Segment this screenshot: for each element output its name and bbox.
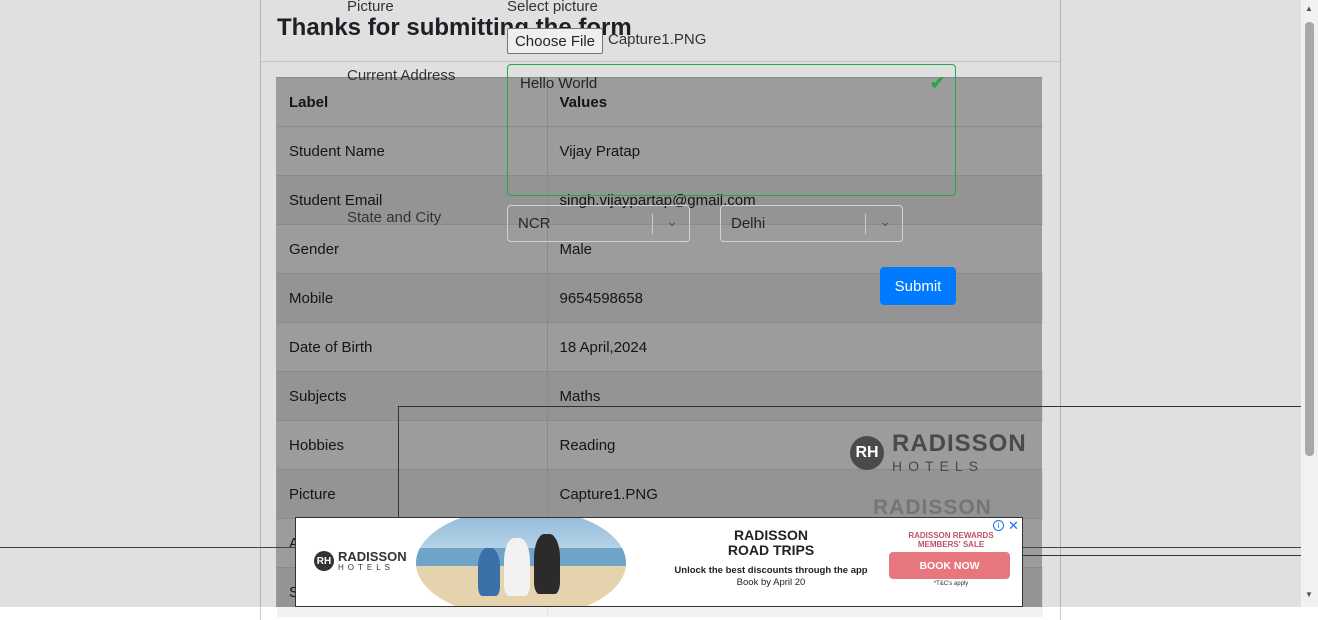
brand-line2: HOTELS <box>892 458 985 474</box>
ad-brand-line2: HOTELS <box>338 563 395 572</box>
ad-headline-1: RADISSON <box>734 527 808 543</box>
ad-info-icon[interactable]: i <box>993 520 1004 531</box>
radisson-logo: RH RADISSON HOTELS <box>850 432 1027 473</box>
chevron-down-icon: ⌄ <box>666 213 678 229</box>
scroll-down-icon[interactable]: ▼ <box>1305 590 1313 599</box>
radisson-wordmark: RADISSON HOTELS <box>892 430 1027 474</box>
beach-family-photo <box>416 518 626 606</box>
ad-promo-2: MEMBERS' SALE <box>917 540 985 549</box>
city-select[interactable]: Delhi ⌄ <box>720 205 903 242</box>
current-address-field[interactable]: Hello World ✔ <box>507 64 956 196</box>
ad-close-icon[interactable]: ✕ <box>1008 518 1019 534</box>
ad-subline2: Book by April 20 <box>736 577 806 588</box>
state-city-label: State and City <box>347 209 442 226</box>
state-select[interactable]: NCR ⌄ <box>507 205 690 242</box>
select-separator <box>865 214 866 234</box>
submit-button[interactable]: Submit <box>880 267 956 305</box>
scroll-up-icon[interactable]: ▲ <box>1305 4 1313 13</box>
person-child <box>478 548 500 596</box>
person-adult <box>504 538 530 596</box>
chevron-down-icon: ⌄ <box>879 213 891 229</box>
ad-banner[interactable]: RH RADISSON HOTELS RADISSON ROAD TRIPS U… <box>295 517 1023 607</box>
ad-headline-2: ROAD TRIPS <box>727 542 815 558</box>
state-value: NCR <box>518 215 551 232</box>
current-address-value: Hello World <box>520 75 598 92</box>
ad-terms: *T&C's apply <box>933 581 969 587</box>
scroll-thumb[interactable] <box>1305 22 1314 456</box>
ad-wordmark: RADISSON HOTELS <box>338 550 407 572</box>
select-separator <box>652 214 653 234</box>
city-value: Delhi <box>731 215 766 232</box>
radisson-mark-icon: RH <box>850 435 884 470</box>
ad-promo: RADISSON REWARDS MEMBERS' SALE <box>896 531 1006 549</box>
ad-subline: Unlock the best discounts through the ap… <box>674 565 868 576</box>
current-address-label: Current Address <box>347 67 456 84</box>
choose-file-button[interactable]: Choose File <box>507 28 603 54</box>
brand-line1: RADISSON <box>892 430 1027 457</box>
picture-label: Picture <box>347 0 394 15</box>
radisson-mark-icon: RH <box>314 551 334 571</box>
person-adult <box>534 534 560 594</box>
valid-check-icon: ✔ <box>929 73 945 93</box>
book-now-button[interactable]: BOOK NOW <box>889 552 1010 579</box>
selected-file-name: Capture1.PNG <box>608 31 707 48</box>
ad-headline: RADISSON ROAD TRIPS <box>656 528 886 558</box>
ad-brand-line1: RADISSON <box>338 549 407 564</box>
ad-logo: RH RADISSON HOTELS <box>314 550 407 572</box>
ad-promo-1: RADISSON REWARDS <box>908 531 994 540</box>
page-scrollbar[interactable]: ▲ ▼ <box>1301 0 1318 607</box>
select-picture-label: Select picture <box>507 0 598 15</box>
